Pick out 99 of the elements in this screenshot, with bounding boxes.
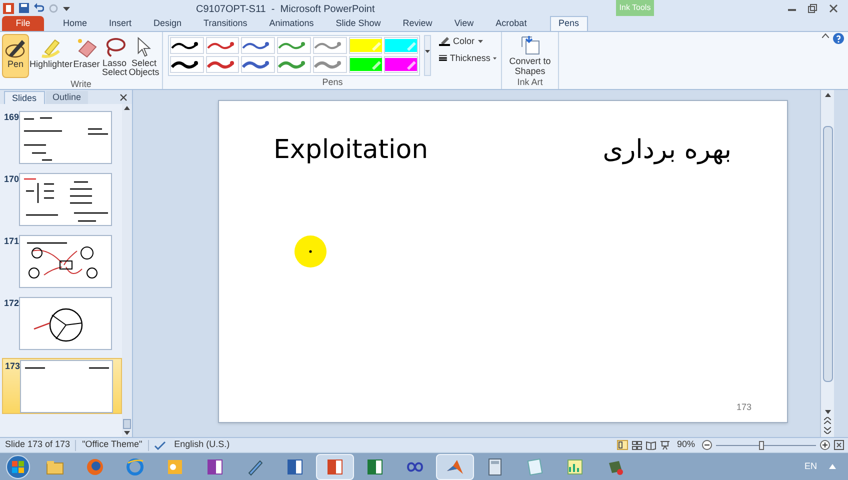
group-label: Pens bbox=[321, 76, 344, 88]
laser-pointer-icon bbox=[294, 235, 326, 268]
window-title: C9107OPT-S11 - Microsoft PowerPoint bbox=[196, 3, 375, 17]
select-tool-button[interactable]: Select Objects bbox=[129, 34, 159, 78]
pointer-arrow-icon bbox=[135, 37, 153, 58]
color-button[interactable]: Color bbox=[439, 35, 497, 48]
highlighter-icon bbox=[39, 37, 63, 59]
slide-thumbnail-row[interactable]: 171 bbox=[2, 234, 122, 290]
convert-to-shapes-button[interactable]: Convert to Shapes bbox=[505, 32, 555, 76]
scroll-down-icon[interactable] bbox=[824, 410, 830, 414]
thickness-button[interactable]: Thickness bbox=[439, 52, 497, 65]
scrollbar-thumb[interactable] bbox=[822, 126, 832, 382]
notebook-app-icon bbox=[205, 456, 225, 476]
powerpoint-logo-icon bbox=[3, 2, 14, 14]
ribbon-tab[interactable]: Acrobat bbox=[484, 16, 538, 31]
slide-thumbnail-row[interactable]: 169 bbox=[2, 110, 122, 166]
slide-number: 172 bbox=[3, 297, 19, 310]
dropdown-arrow-icon bbox=[478, 40, 483, 44]
pen-swatch[interactable] bbox=[241, 37, 276, 54]
pane-tab[interactable]: Outline bbox=[46, 91, 88, 104]
browser-e-icon bbox=[125, 456, 145, 476]
normal-view-icon[interactable] bbox=[616, 440, 628, 450]
restore-icon[interactable] bbox=[808, 4, 817, 12]
reading-view-icon[interactable] bbox=[646, 440, 656, 450]
scrollbar-thumb[interactable] bbox=[123, 419, 131, 429]
ribbon-tab[interactable]: Slide Show bbox=[324, 16, 392, 31]
scroll-down-icon[interactable] bbox=[124, 431, 130, 435]
zoom-out-icon[interactable] bbox=[702, 440, 712, 450]
pen-swatch[interactable] bbox=[277, 37, 311, 54]
ribbon-tab[interactable]: Animations bbox=[258, 16, 325, 31]
pen-swatch[interactable] bbox=[170, 37, 204, 54]
file-tab[interactable]: File bbox=[2, 16, 44, 31]
language[interactable]: English (U.S.) bbox=[171, 438, 233, 452]
slide-number: 170 bbox=[3, 173, 19, 186]
collapse-ribbon-icon[interactable] bbox=[822, 33, 829, 38]
handwritten-heading: بهره برداری bbox=[602, 134, 732, 167]
ribbon-tab[interactable]: Home bbox=[52, 16, 98, 31]
ribbon-tab[interactable]: Transitions bbox=[192, 16, 258, 31]
chart-app-icon bbox=[565, 456, 585, 476]
contextual-tab-group-label: Ink Tools bbox=[616, 0, 654, 16]
line-weight-icon bbox=[439, 54, 447, 62]
ribbon-tab[interactable]: View bbox=[443, 16, 485, 31]
pen-swatch[interactable] bbox=[312, 37, 347, 54]
slide-thumbnail-row[interactable]: 170 bbox=[2, 172, 122, 228]
word-processor-icon bbox=[285, 456, 305, 476]
zoom-level[interactable]: 90% bbox=[674, 438, 698, 452]
pen-swatch[interactable] bbox=[277, 56, 311, 74]
undo-icon[interactable] bbox=[34, 3, 44, 13]
pen-icon bbox=[4, 37, 28, 59]
dropdown-arrow-icon bbox=[493, 56, 497, 60]
slide-thumbnail-row[interactable]: 173 bbox=[2, 358, 122, 414]
slide-number: 171 bbox=[3, 235, 19, 248]
group-label: Write bbox=[70, 78, 92, 91]
pen-swatch[interactable] bbox=[241, 56, 276, 74]
help-icon[interactable] bbox=[833, 33, 844, 44]
fit-to-window-icon[interactable] bbox=[834, 440, 844, 450]
zoom-slider-thumb[interactable] bbox=[758, 440, 764, 450]
ribbon-tab[interactable]: Insert bbox=[98, 16, 143, 31]
theme-name: "Office Theme" bbox=[81, 438, 144, 452]
close-icon[interactable] bbox=[120, 94, 127, 101]
scroll-up-icon[interactable] bbox=[824, 93, 830, 97]
ribbon-tab[interactable]: Review bbox=[392, 16, 444, 31]
highlighter-tool-button[interactable]: Highlighter bbox=[30, 34, 72, 78]
slide-thumbnail-row[interactable]: 172 bbox=[2, 296, 122, 352]
eraser-tool-button[interactable]: Eraser bbox=[73, 34, 100, 78]
slide-count: Slide 173 of 173 bbox=[4, 438, 72, 452]
browser-globe-icon bbox=[85, 456, 105, 476]
spelling-check-icon[interactable] bbox=[154, 440, 166, 450]
slide-number: 173 bbox=[736, 400, 752, 414]
presentation-app-icon bbox=[325, 456, 345, 476]
save-icon[interactable] bbox=[19, 3, 29, 13]
handwritten-heading: Exploitation bbox=[274, 134, 428, 167]
spreadsheet-app-icon bbox=[365, 456, 385, 476]
ribbon-tab[interactable]: Pens bbox=[550, 16, 588, 31]
shapes-icon bbox=[520, 35, 540, 55]
pen-tool-button[interactable]: Pen bbox=[2, 34, 29, 78]
pen-swatch[interactable] bbox=[312, 56, 347, 74]
slide-number: 169 bbox=[3, 111, 19, 124]
group-label: Ink Art bbox=[516, 76, 544, 89]
previous-slide-icon[interactable] bbox=[824, 417, 831, 424]
taskbar-app-button[interactable] bbox=[316, 454, 354, 480]
pen-swatch[interactable] bbox=[170, 56, 204, 74]
pane-tab[interactable]: Slides bbox=[4, 91, 45, 104]
start-button-icon[interactable] bbox=[6, 454, 30, 478]
taskbar-app-button[interactable] bbox=[436, 454, 474, 480]
customize-arrow-icon[interactable] bbox=[63, 4, 70, 12]
ribbon-tab[interactable]: Design bbox=[142, 16, 193, 31]
pen-color-icon bbox=[439, 37, 450, 46]
close-icon[interactable] bbox=[829, 4, 838, 12]
lasso-tool-button[interactable]: Lasso Select bbox=[101, 34, 128, 78]
pen-swatch[interactable] bbox=[206, 56, 240, 74]
slide-show-icon[interactable] bbox=[660, 440, 670, 450]
slide-sorter-icon[interactable] bbox=[632, 440, 642, 450]
scroll-down-icon[interactable] bbox=[425, 50, 430, 54]
next-slide-icon[interactable] bbox=[824, 427, 831, 434]
pen-swatch[interactable] bbox=[206, 37, 240, 54]
zoom-in-icon[interactable] bbox=[820, 440, 830, 450]
scroll-up-icon[interactable] bbox=[124, 106, 130, 110]
slide-number: 173 bbox=[4, 360, 20, 373]
